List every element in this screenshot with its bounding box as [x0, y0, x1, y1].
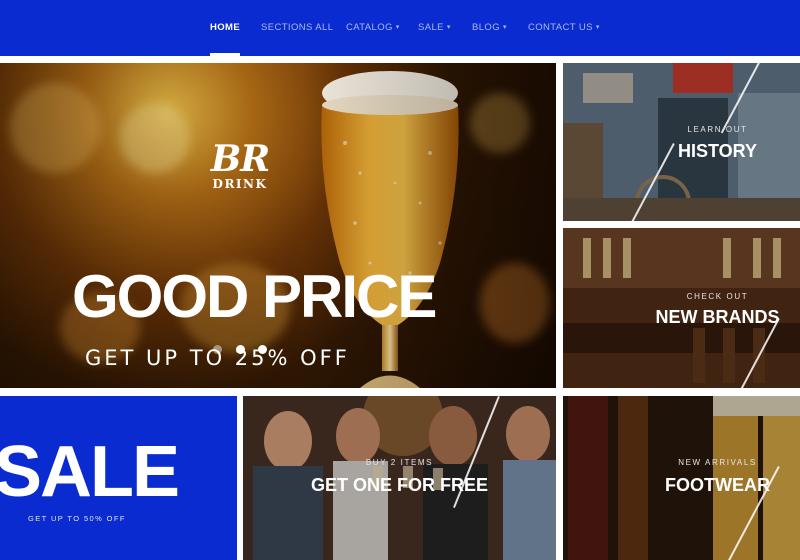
sale-title: SALE: [0, 432, 180, 512]
get-one-free-banner[interactable]: BUY 2 ITEMS GET ONE FOR FREE: [243, 396, 556, 560]
banner-kicker: BUY 2 ITEMS: [365, 458, 434, 467]
logo-word: DRINK: [212, 177, 268, 191]
nav-item-home[interactable]: HOME: [210, 0, 241, 56]
chevron-down-icon: ▾: [595, 24, 600, 31]
banner-title: FOOTWEAR: [665, 475, 770, 495]
top-navigation-bar: HOME SECTIONS ALL CATALOG ▾ SALE ▾ BLOG ▾ C…: [0, 0, 800, 56]
nav-item-sections-all[interactable]: SECTIONS ALL: [261, 0, 333, 56]
chevron-down-icon: ▾: [503, 24, 507, 31]
sale-subtitle: GET UP TO 50% OFF: [28, 514, 126, 523]
banner-kicker: LEARN OUT: [687, 125, 748, 134]
hero-title: GOOD PRICE: [72, 263, 437, 330]
nav-item-label: HOME: [210, 22, 241, 33]
history-banner[interactable]: LEARN OUT HISTORY: [563, 63, 800, 221]
nav-item-blog[interactable]: BLOG ▾: [472, 0, 507, 56]
nav-item-label: SECTIONS ALL: [261, 22, 334, 33]
nav-item-catalog[interactable]: CATALOG ▾: [346, 0, 400, 56]
slider-dot[interactable]: [213, 345, 222, 354]
banner-title: HISTORY: [677, 141, 757, 161]
logo-mark: BR: [210, 138, 270, 180]
nav-item-label: CATALOG: [346, 22, 393, 33]
banner-title: NEW BRANDS: [655, 307, 780, 327]
slider-dot[interactable]: [236, 345, 245, 354]
new-brands-banner[interactable]: CHECK OUT NEW BRANDS: [563, 228, 800, 388]
banner-title: GET ONE FOR FREE: [310, 475, 488, 495]
nav-item-label: BLOG: [472, 22, 500, 33]
sale-banner[interactable]: SALE GET UP TO 50% OFF: [0, 396, 237, 560]
nav-item-label: CONTACT US: [528, 22, 593, 33]
nav-item-sale[interactable]: SALE ▾: [418, 0, 451, 56]
footwear-banner[interactable]: NEW ARRIVALS FOOTWEAR: [563, 396, 800, 560]
chevron-down-icon: ▾: [395, 24, 400, 31]
brand-logo: BR DRINK: [208, 141, 272, 191]
nav-item-contact-us[interactable]: CONTACT US ▾: [528, 0, 600, 56]
slider-dot[interactable]: [258, 345, 267, 354]
banner-kicker: NEW ARRIVALS: [678, 458, 757, 467]
nav-item-label: SALE: [418, 22, 444, 33]
hero-overlay: [0, 63, 556, 388]
chevron-down-icon: ▾: [446, 24, 451, 31]
hero-slider[interactable]: BR DRINK GOOD PRICE GET UP TO 25% OFF: [0, 63, 556, 388]
banner-kicker: CHECK OUT: [686, 292, 749, 301]
